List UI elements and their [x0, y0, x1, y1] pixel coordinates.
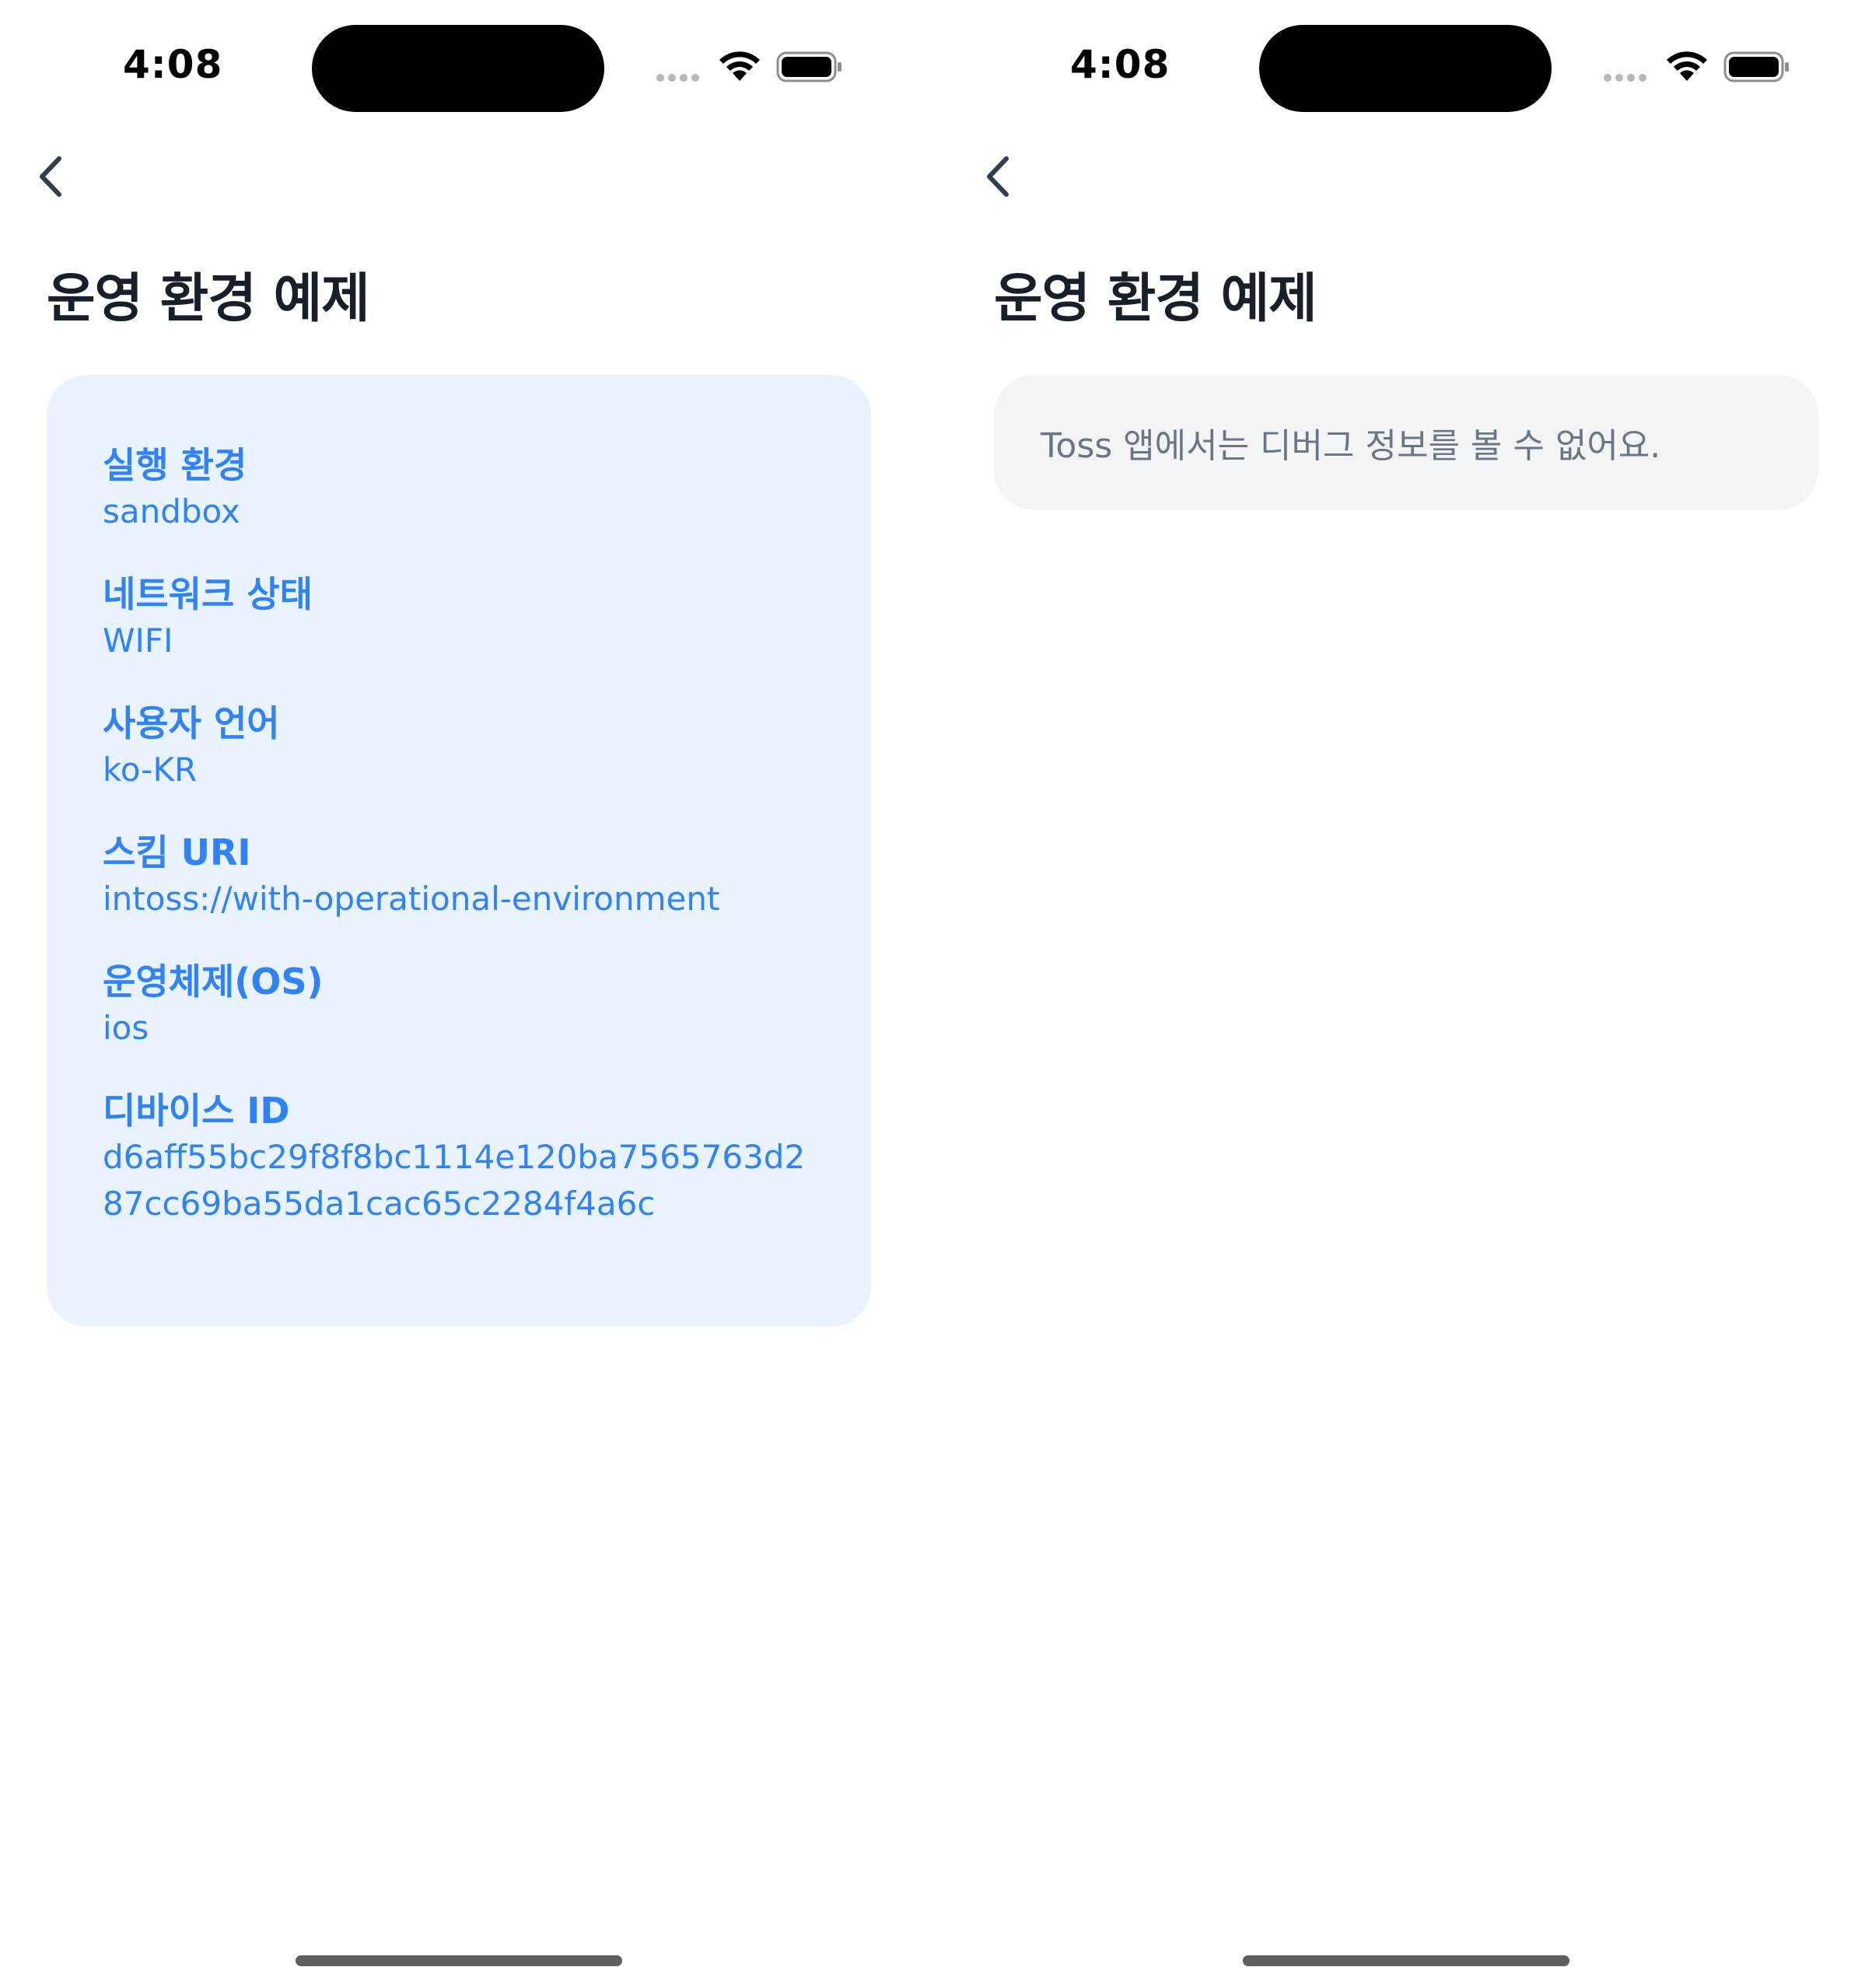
right-phone-screen: 4:08 운영 환경 예제 Toss 앱에서는 디버그 정보를 볼 수 없어요. [947, 0, 1865, 1988]
dynamic-island [1259, 25, 1552, 112]
cellular-signal-icon [656, 74, 703, 83]
info-item-scheme-uri: 스킴 URI intoss://with-operational-environ… [103, 829, 815, 922]
environment-info-card: 실행 환경 sandbox 네트워크 상태 WIFI 사용자 언어 ko-KR … [47, 375, 871, 1327]
info-item-os: 운영체제(OS) ios [103, 958, 815, 1052]
info-item-network: 네트워크 상태 WIFI [103, 571, 815, 664]
info-value: ko-KR [103, 751, 198, 789]
wifi-icon [719, 51, 760, 81]
info-item-environment: 실행 환경 sandbox [103, 442, 815, 535]
home-indicator[interactable] [296, 1955, 622, 1966]
debug-notice-text: Toss 앱에서는 디버그 정보를 볼 수 없어요. [1041, 426, 1661, 466]
status-time: 4:08 [123, 42, 223, 87]
status-time: 4:08 [1070, 42, 1170, 87]
info-item-device-id: 디바이스 ID d6aff55bc29f8f8bc1114e120ba75657… [103, 1087, 815, 1227]
page-title: 운영 환경 예제 [47, 268, 370, 330]
info-label: 실행 환경 [103, 444, 247, 486]
screenshot-stage: 4:08 운영 환경 예제 실행 환경 sandbox 네트워크 상태 WIFI… [0, 0, 1865, 1988]
info-value: WIFI [103, 621, 173, 660]
back-button[interactable] [28, 148, 75, 205]
chevron-left-icon [40, 156, 61, 197]
info-label: 스킴 URI [103, 831, 251, 873]
left-phone-screen: 4:08 운영 환경 예제 실행 환경 sandbox 네트워크 상태 WIFI… [0, 0, 949, 1988]
info-label: 운영체제(OS) [103, 961, 324, 1003]
info-label: 디바이스 ID [103, 1090, 290, 1132]
info-value: sandbox [103, 492, 240, 530]
info-item-locale: 사용자 언어 ko-KR [103, 700, 815, 793]
info-value: d6aff55bc29f8f8bc1114e120ba7565763d287cc… [103, 1138, 806, 1223]
dynamic-island [312, 25, 604, 112]
wifi-icon [1667, 51, 1707, 81]
battery-icon [776, 51, 842, 82]
info-value: intoss://with-operational-environment [103, 880, 720, 918]
home-indicator[interactable] [1243, 1955, 1569, 1966]
page-title: 운영 환경 예제 [994, 268, 1317, 330]
info-label: 네트워크 상태 [103, 573, 313, 615]
info-value: ios [103, 1009, 149, 1047]
chevron-left-icon [987, 156, 1009, 197]
cellular-signal-icon [1604, 74, 1650, 83]
back-button[interactable] [975, 148, 1022, 205]
debug-notice-card: Toss 앱에서는 디버그 정보를 볼 수 없어요. [994, 375, 1818, 510]
info-label: 사용자 언어 [103, 702, 280, 744]
battery-icon [1723, 51, 1789, 82]
